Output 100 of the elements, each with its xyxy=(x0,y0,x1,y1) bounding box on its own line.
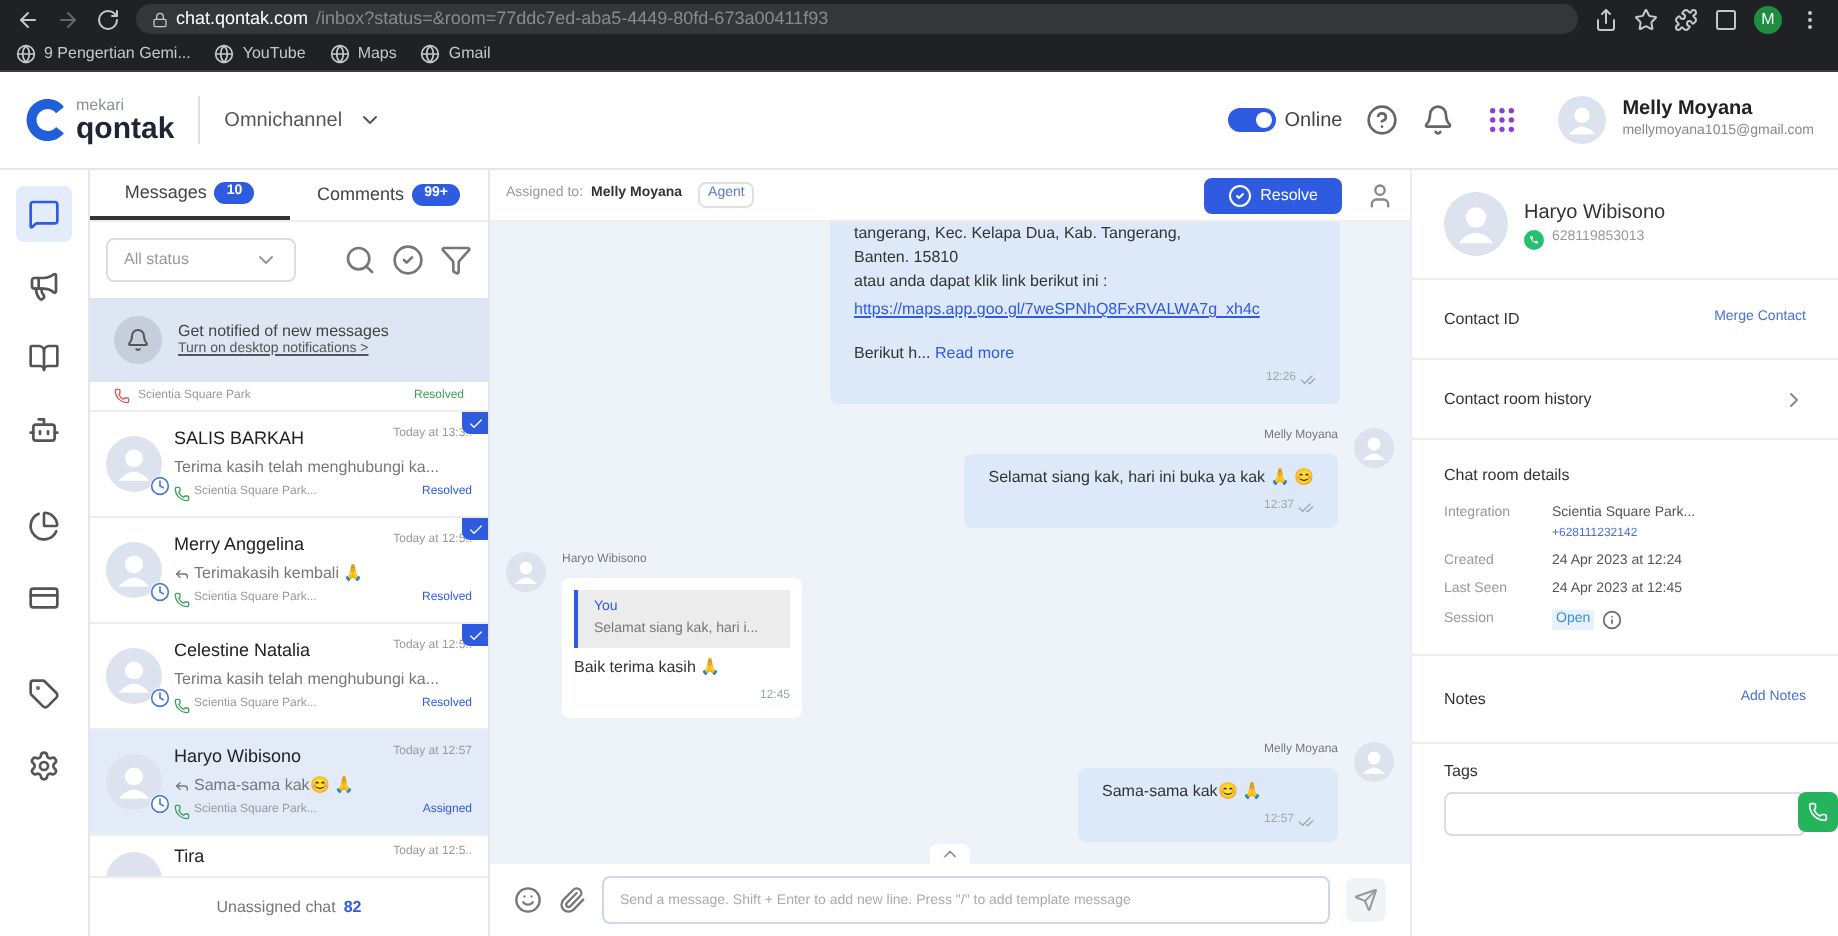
apps-grid-icon[interactable] xyxy=(1486,104,1519,136)
phone-icon xyxy=(174,485,190,502)
user-avatar xyxy=(1558,96,1607,144)
check-icon xyxy=(467,415,483,431)
clock-icon xyxy=(150,476,170,496)
message-text: Baik terima kasih 🙏 xyxy=(574,656,723,680)
megaphone-icon xyxy=(28,270,60,302)
phone-icon xyxy=(1808,802,1828,822)
globe-icon xyxy=(214,44,235,64)
details-title: Chat room details xyxy=(1444,464,1572,488)
brand-name: qontak xyxy=(76,113,175,143)
avatar-icon xyxy=(106,648,162,704)
filter-icon[interactable] xyxy=(440,244,472,276)
check-icon xyxy=(467,627,483,643)
send-button[interactable] xyxy=(1346,878,1386,922)
phone-icon xyxy=(174,591,190,608)
globe-icon xyxy=(16,44,36,64)
tag-icon xyxy=(28,678,60,710)
resolve-button[interactable]: Resolve xyxy=(1204,177,1342,213)
avatar-icon xyxy=(1354,428,1394,468)
profile-avatar[interactable]: M xyxy=(1754,5,1782,33)
book-icon xyxy=(28,342,60,374)
avatar-icon xyxy=(106,542,162,598)
user-icon[interactable] xyxy=(1366,181,1394,209)
tags-label: Tags xyxy=(1444,760,1480,784)
contact-avatar xyxy=(1444,192,1508,256)
room-history-row[interactable]: Contact room history xyxy=(1412,360,1838,440)
unassigned-count[interactable]: 82 xyxy=(343,895,362,919)
product-dropdown[interactable]: Omnichannel xyxy=(224,105,383,135)
reply-icon xyxy=(174,566,190,583)
phone-icon xyxy=(174,697,190,714)
tags-field[interactable] xyxy=(1444,792,1806,836)
online-toggle[interactable] xyxy=(1228,108,1277,132)
globe-icon xyxy=(329,44,350,64)
avatar-icon xyxy=(1354,742,1394,782)
contact-name: Merry Anggelina xyxy=(174,531,305,558)
check-circle-icon xyxy=(1228,183,1253,207)
reload-icon[interactable] xyxy=(96,7,120,31)
message-text: Selamat siang kak, hari ini buka ya kak 🙏 😊 xyxy=(988,466,1314,490)
settings-icon xyxy=(28,750,60,782)
double-check-icon xyxy=(1298,813,1314,829)
help-icon[interactable] xyxy=(1366,104,1399,136)
clock-icon xyxy=(150,794,170,814)
bookmark-link[interactable]: 9 Pengertian Gemi... xyxy=(16,42,191,66)
avatar-icon xyxy=(506,552,546,592)
brand-subtitle: mekari xyxy=(76,97,127,113)
emoji-icon[interactable] xyxy=(514,886,542,914)
double-check-icon xyxy=(1300,371,1316,387)
info-icon[interactable] xyxy=(1602,609,1623,630)
chat-app-icon xyxy=(1524,229,1544,249)
notification-icon[interactable] xyxy=(1422,104,1455,136)
user-name: Melly Moyana xyxy=(1622,98,1755,123)
whatsapp-float-icon[interactable] xyxy=(1798,792,1838,832)
map-link[interactable]: https://maps.app.goo.gl/7weSPNhQ8FxRVALWA7g_xh4c xyxy=(854,298,1316,322)
clock-icon xyxy=(150,582,170,602)
contact-id-label: Contact ID xyxy=(1444,307,1520,331)
robot-icon xyxy=(28,414,60,446)
card-icon xyxy=(28,582,60,614)
notes-label: Notes xyxy=(1444,687,1486,711)
bookmark-link[interactable]: YouTube xyxy=(214,42,306,66)
chat-icon xyxy=(28,198,60,230)
back-icon[interactable] xyxy=(16,7,40,31)
address-bar[interactable]: chat.qontak.com /inbox?status=&room=77ddc7ed-aba5-4449-80fd-673a00411f93 xyxy=(136,4,1578,34)
message-text: tangerang, Kec. Kelapa Dua, Kab. Tangerang, Banten. 15810 atau anda dapat klik link berikut ini : xyxy=(854,222,1184,294)
double-check-icon xyxy=(1298,499,1314,515)
avatar-icon xyxy=(106,436,162,492)
sidebar-icon[interactable] xyxy=(1714,7,1738,31)
avatar-icon xyxy=(106,754,162,810)
search-icon[interactable] xyxy=(344,244,376,276)
contact-name: Haryo Wibisono xyxy=(1524,200,1666,229)
message-preview: Terima kasih telah menghubungi ka... xyxy=(174,668,440,693)
phone-icon xyxy=(174,803,190,820)
send-icon xyxy=(1354,888,1378,912)
extensions-icon[interactable] xyxy=(1674,7,1698,31)
check-icon xyxy=(467,521,483,537)
forward-icon[interactable] xyxy=(56,7,80,31)
reply-icon xyxy=(174,778,190,795)
bell-icon xyxy=(126,328,150,352)
contact-name: Celestine Natalia xyxy=(174,637,311,664)
share-icon[interactable] xyxy=(1594,7,1618,31)
read-more-link[interactable]: Read more xyxy=(934,344,1015,362)
unassigned-label: Unassigned chat xyxy=(216,895,336,919)
message-preview: Sama-sama kak😊 🙏 xyxy=(194,774,355,799)
pie-chart-icon xyxy=(28,510,60,542)
message-text: Berikut h... Read more xyxy=(854,342,1017,366)
bookmark-link[interactable]: Maps xyxy=(329,42,397,66)
contact-name: SALIS BARKAH xyxy=(174,425,305,452)
phone-icon xyxy=(114,388,130,404)
nav-item[interactable] xyxy=(16,186,72,242)
attachment-icon[interactable] xyxy=(558,886,586,914)
bookmark-link[interactable]: Gmail xyxy=(420,42,491,66)
contact-name: Haryo Wibisono xyxy=(174,743,302,770)
message-text: Sama-sama kak😊 🙏 xyxy=(1102,780,1265,804)
message-preview: Terimakasih kembali 🙏 xyxy=(194,562,364,587)
lock-icon xyxy=(152,11,168,27)
logo-icon xyxy=(24,98,68,142)
scroll-up-button[interactable] xyxy=(930,844,970,864)
bookmark-star-icon[interactable] xyxy=(1634,7,1658,31)
check-circle-icon[interactable] xyxy=(392,244,424,276)
globe-icon xyxy=(420,44,441,64)
